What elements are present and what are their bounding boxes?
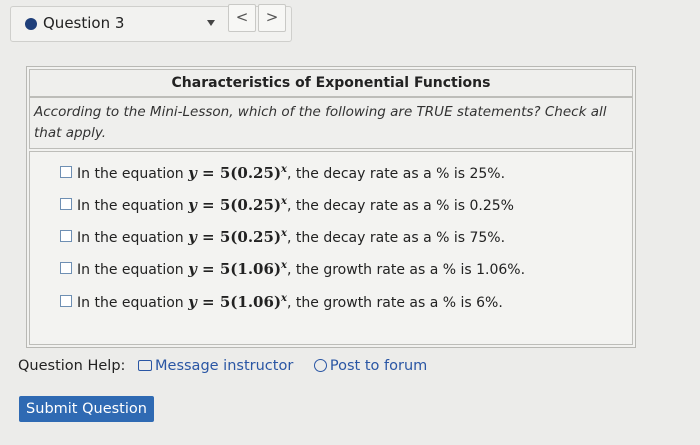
choice-1[interactable]: In the equation y = 5(0.25)x, the decay … — [60, 164, 505, 188]
question-title: Characteristics of Exponential Functions — [171, 75, 491, 91]
dropdown-caret-icon[interactable] — [207, 20, 215, 26]
equation: y = 5(0.25)x — [188, 228, 288, 246]
equation: y = 5(0.25)x — [188, 196, 288, 214]
prompt-box: According to the Mini-Lesson, which of t… — [29, 97, 633, 149]
help-label: Question Help: — [18, 358, 126, 374]
previous-question-button[interactable]: < — [228, 4, 256, 32]
choice-5[interactable]: In the equation y = 5(1.06)x, the growth… — [60, 293, 503, 317]
envelope-icon[interactable] — [138, 359, 153, 371]
title-box: Characteristics of Exponential Functions — [29, 69, 633, 97]
equation: y = 5(1.06)x — [188, 293, 288, 311]
question-prompt: According to the Mini-Lesson, which of t… — [34, 104, 607, 141]
choices-box: In the equation y = 5(0.25)x, the decay … — [29, 151, 633, 345]
choice-2[interactable]: In the equation y = 5(0.25)x, the decay … — [60, 196, 514, 220]
speech-bubble-icon[interactable] — [313, 358, 327, 372]
checkbox[interactable] — [60, 295, 72, 307]
question-panel: Characteristics of Exponential Functions… — [26, 66, 636, 348]
checkbox[interactable] — [60, 198, 72, 210]
checkbox[interactable] — [60, 230, 72, 242]
choice-3[interactable]: In the equation y = 5(0.25)x, the decay … — [60, 228, 505, 252]
question-label: Question 3 — [43, 14, 125, 32]
submit-question-button[interactable]: Submit Question — [19, 396, 154, 422]
checkbox[interactable] — [60, 166, 72, 178]
choice-4[interactable]: In the equation y = 5(1.06)x, the growth… — [60, 260, 525, 284]
checkbox[interactable] — [60, 262, 72, 274]
post-to-forum-link[interactable]: Post to forum — [330, 358, 427, 374]
equation: y = 5(0.25)x — [188, 164, 288, 182]
question-help: Question Help: Message instructor Post t… — [18, 358, 427, 374]
message-instructor-link[interactable]: Message instructor — [155, 358, 293, 374]
equation: y = 5(1.06)x — [188, 260, 288, 278]
question-status-dot-icon — [25, 18, 37, 30]
next-question-button[interactable]: > — [258, 4, 286, 32]
